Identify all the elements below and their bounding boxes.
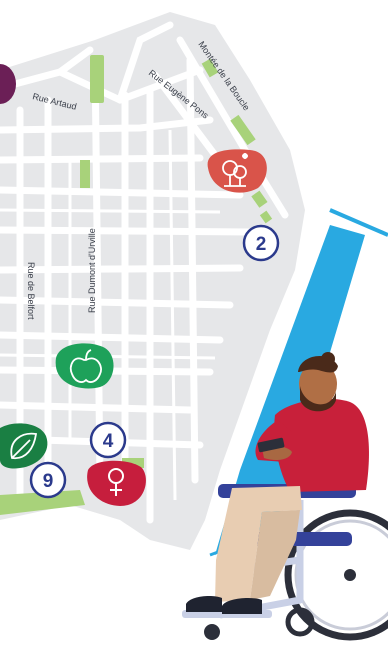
svg-text:2: 2	[256, 234, 267, 255]
svg-text:4: 4	[103, 431, 114, 452]
number-badge-9[interactable]: 9	[29, 461, 67, 499]
person-shoes	[186, 596, 222, 612]
street-label-rue-dumont-durville: Rue Dumont d'Urville	[87, 228, 97, 313]
street-label-rue-de-belfort: Rue de Belfort	[26, 262, 36, 320]
map-illustration: Rue Artaud Rue Eugène Pons Montée de la …	[0, 0, 388, 647]
svg-text:9: 9	[43, 471, 54, 492]
map-canvas: Rue Artaud Rue Eugène Pons Montée de la …	[0, 12, 388, 641]
number-badge-2[interactable]: 2	[242, 224, 280, 262]
number-badge-4[interactable]: 4	[89, 421, 127, 459]
